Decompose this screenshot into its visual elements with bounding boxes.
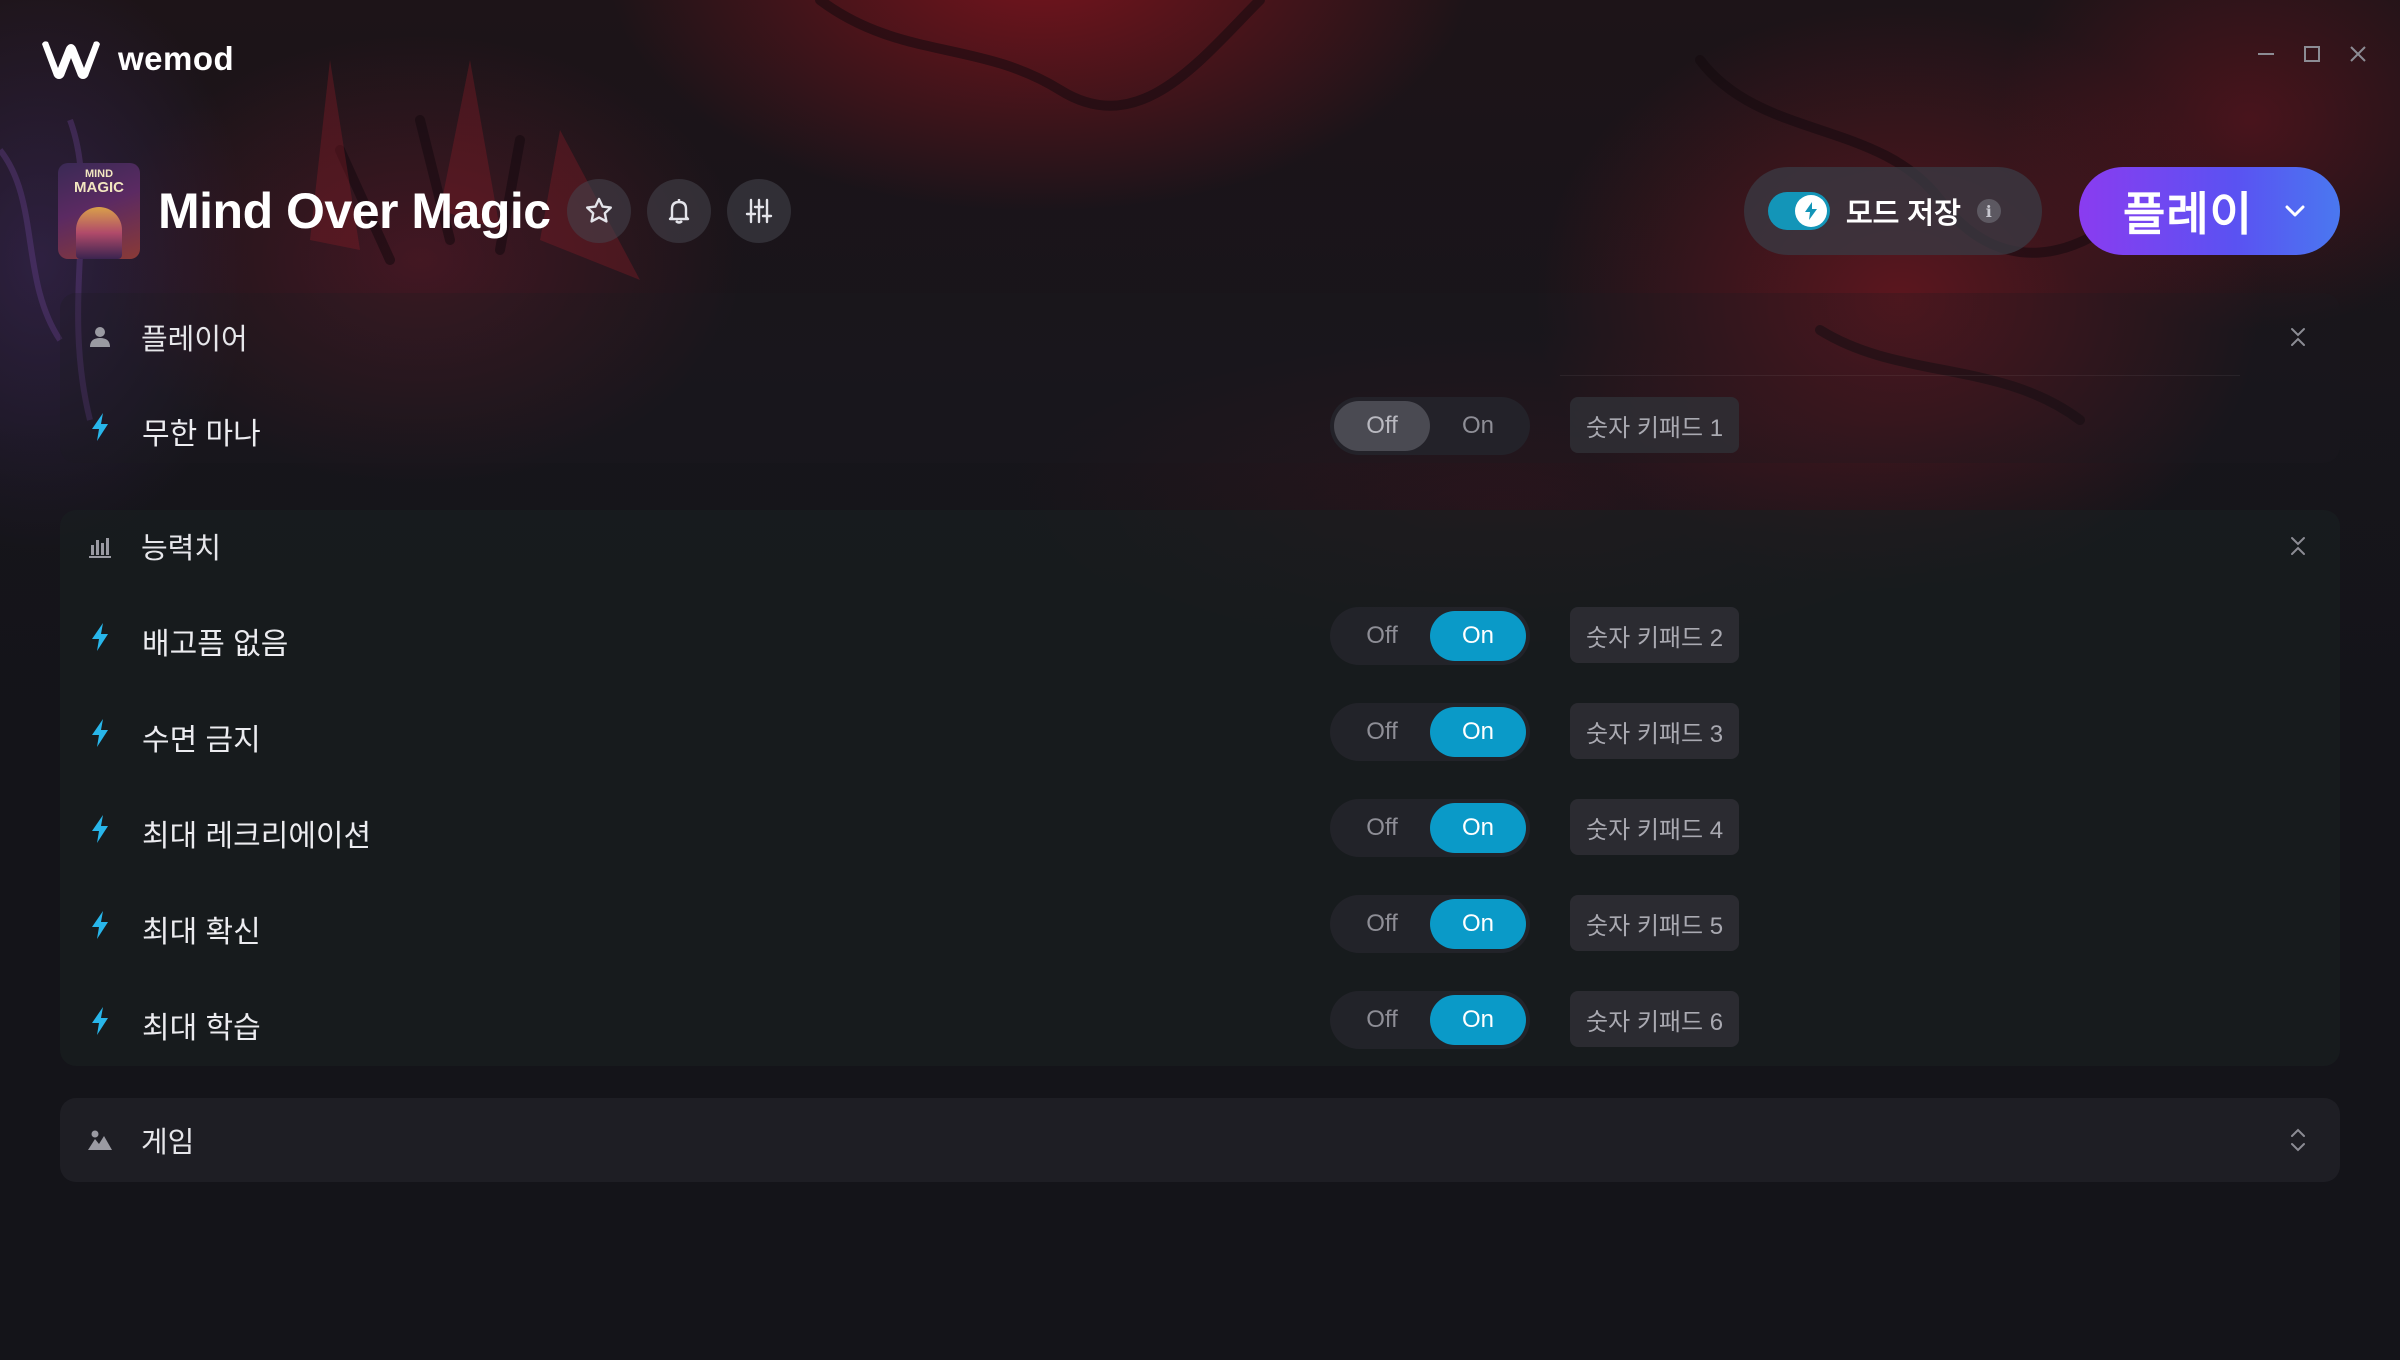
person-icon <box>86 323 114 351</box>
mod-toggle-switch: Off On <box>1330 991 1530 1049</box>
mod-label: 최대 레크리에이션 <box>142 820 372 853</box>
bolt-icon <box>88 411 112 443</box>
mod-row: 수면 금지 Off On 숫자 키패드 3 <box>60 703 2340 763</box>
window-controls <box>2254 42 2370 66</box>
mod-label: 최대 확신 <box>142 916 261 949</box>
chevron-down-icon[interactable] <box>2282 198 2308 224</box>
mod-toggle-switch: Off On <box>1330 703 1530 761</box>
mod-label: 배고픔 없음 <box>142 628 289 661</box>
game-header: MIND MAGIC Mind Over Magic <box>58 163 791 259</box>
mod-toggle-switch: Off On <box>1330 895 1530 953</box>
hotkey-badge[interactable]: 숫자 키패드 1 <box>1570 397 1740 453</box>
save-mods-knob <box>1795 195 1827 227</box>
bolt-icon <box>1805 202 1817 220</box>
on-button[interactable]: On <box>1430 803 1526 853</box>
hotkey-badge[interactable]: 숫자 키패드 2 <box>1570 607 1740 663</box>
bolt-icon <box>88 717 112 749</box>
thumbnail-text-line2: MAGIC <box>74 179 124 196</box>
mod-label: 무한 마나 <box>142 418 261 451</box>
category-header-player[interactable]: 플레이어 <box>60 307 2340 367</box>
category-header-stats[interactable]: 능력치 <box>60 516 2340 576</box>
mod-label: 수면 금지 <box>142 724 261 757</box>
off-button[interactable]: Off <box>1334 899 1430 949</box>
mod-toggle-switch: Off On <box>1330 397 1530 455</box>
mod-row: 무한 마나 Off On 숫자 키패드 1 <box>60 397 2340 457</box>
save-mods-control[interactable]: 모드 저장 i <box>1744 167 2042 255</box>
notifications-button[interactable] <box>646 179 711 243</box>
maximize-icon[interactable] <box>2300 42 2324 66</box>
bar-chart-icon <box>86 532 114 560</box>
hotkey-badge[interactable]: 숫자 키패드 3 <box>1570 703 1740 759</box>
mod-toggle-switch: Off On <box>1330 799 1530 857</box>
on-button[interactable]: On <box>1430 899 1526 949</box>
category-label: 플레이어 <box>141 324 248 356</box>
minimize-icon[interactable] <box>2254 42 2278 66</box>
app-name: wemod <box>118 40 235 77</box>
mod-label: 최대 학습 <box>142 1012 261 1045</box>
off-button[interactable]: Off <box>1334 611 1430 661</box>
title-bar: wemod <box>0 0 2400 120</box>
on-button[interactable]: On <box>1430 995 1526 1045</box>
mod-row: 최대 레크리에이션 Off On 숫자 키패드 4 <box>60 799 2340 859</box>
mod-row: 배고픔 없음 Off On 숫자 키패드 2 <box>60 607 2340 667</box>
hotkey-badge[interactable]: 숫자 키패드 4 <box>1570 799 1740 855</box>
off-button[interactable]: Off <box>1334 707 1430 757</box>
off-button[interactable]: Off <box>1334 803 1430 853</box>
bolt-icon <box>88 813 112 845</box>
save-mods-toggle[interactable] <box>1768 192 1830 230</box>
section-divider <box>1560 375 2240 376</box>
mod-row: 최대 확신 Off On 숫자 키패드 5 <box>60 895 2340 955</box>
bolt-icon <box>88 621 112 653</box>
collapse-icon[interactable] <box>2286 322 2310 352</box>
category-label: 능력치 <box>141 533 222 565</box>
bell-icon <box>668 199 689 224</box>
sliders-icon <box>745 198 772 224</box>
info-icon[interactable]: i <box>1976 199 2001 223</box>
star-icon <box>585 197 612 223</box>
close-icon[interactable] <box>2346 42 2370 66</box>
favorite-button[interactable] <box>566 179 631 243</box>
expand-icon[interactable] <box>2286 1125 2310 1155</box>
bolt-icon <box>88 1005 112 1037</box>
play-label: 플레이 <box>2123 188 2253 240</box>
game-title: Mind Over Magic <box>158 183 551 239</box>
on-button[interactable]: On <box>1430 401 1526 451</box>
category-header-game[interactable]: 게임 <box>60 1110 2340 1170</box>
game-thumbnail: MIND MAGIC <box>58 163 140 259</box>
on-button[interactable]: On <box>1430 707 1526 757</box>
off-button[interactable]: Off <box>1334 401 1430 451</box>
hotkey-badge[interactable]: 숫자 키패드 5 <box>1570 895 1740 951</box>
play-button[interactable]: 플레이 <box>2079 167 2340 255</box>
app-logo[interactable]: wemod <box>40 38 234 80</box>
stats-section-card <box>60 510 2340 1066</box>
landscape-icon <box>86 1126 114 1154</box>
bolt-icon <box>88 909 112 941</box>
off-button[interactable]: Off <box>1334 995 1430 1045</box>
on-button[interactable]: On <box>1430 611 1526 661</box>
game-settings-button[interactable] <box>726 179 791 243</box>
wemod-logo-icon <box>42 41 100 79</box>
mod-row: 최대 학습 Off On 숫자 키패드 6 <box>60 991 2340 1051</box>
thumbnail-character <box>76 207 122 259</box>
mod-toggle-switch: Off On <box>1330 607 1530 665</box>
collapse-icon[interactable] <box>2286 531 2310 561</box>
save-mods-label: 모드 저장 <box>1846 198 1961 230</box>
hotkey-badge[interactable]: 숫자 키패드 6 <box>1570 991 1740 1047</box>
category-label: 게임 <box>141 1127 195 1159</box>
